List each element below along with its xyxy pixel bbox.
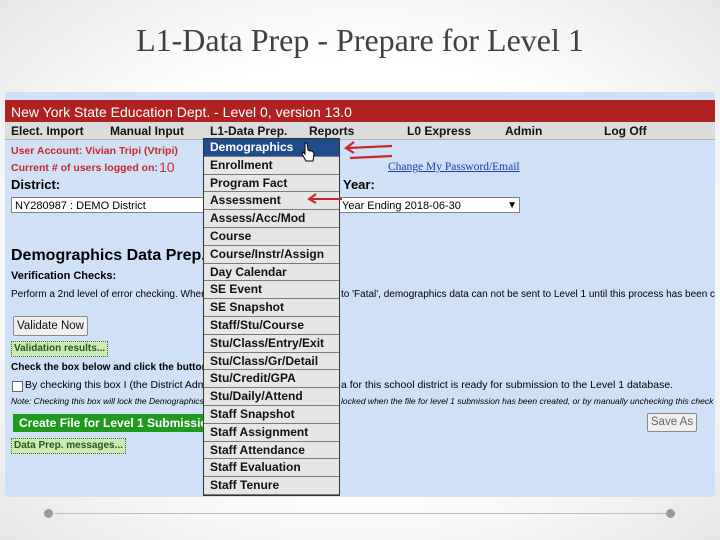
menu-item-stu-credit-gpa[interactable]: Stu/Credit/GPA [204,370,339,389]
users-logged-label: Current # of users logged on: [11,162,159,174]
slide-ring-left [44,509,53,518]
users-logged-count: 10 [159,159,175,175]
menu-item-day-calendar[interactable]: Day Calendar [204,264,339,282]
save-as-button[interactable]: Save As [647,413,697,432]
hand-cursor-icon [301,142,315,162]
menu-item-staff-tenure[interactable]: Staff Tenure [204,477,339,495]
main-content: User Account: Vivian Tripi (Vtripi) Curr… [5,140,715,497]
page-heading: Demographics Data Prep. fo [11,247,226,264]
slide-divider [55,513,667,514]
menu-item-staff-assignment[interactable]: Staff Assignment [204,424,339,442]
chevron-down-icon: ▼ [507,200,517,211]
menu-item-stu-class-gr-detail[interactable]: Stu/Class/Gr/Detail [204,353,339,371]
data-prep-messages-link[interactable]: Data Prep. messages... [11,438,126,454]
validation-results-link[interactable]: Validation results... [11,341,109,357]
menu-item-se-snapshot[interactable]: SE Snapshot [204,299,339,317]
menu-item-staff-attendance[interactable]: Staff Attendance [204,442,339,460]
slide-title: L1-Data Prep - Prepare for Level 1 [136,22,584,58]
menu-admin[interactable]: Admin [505,124,542,138]
menu-manual-input[interactable]: Manual Input [110,124,184,138]
check-box-instructions: Check the box below and click the button… [11,362,220,373]
menu-item-course-instr-assign[interactable]: Course/Instr/Assign [204,246,339,264]
certify-text-right: a for this school district is ready for … [341,379,674,391]
menu-item-course[interactable]: Course [204,228,339,246]
user-account: User Account: Vivian Tripi (Vtripi) [11,145,178,157]
menu-item-staff-snapshot[interactable]: Staff Snapshot [204,406,339,424]
verify-text-right: to 'Fatal', demographics data can not be… [341,289,715,300]
certify-checkbox[interactable] [12,381,23,392]
menu-item-stu-daily-attend[interactable]: Stu/Daily/Attend [204,388,339,406]
validate-now-button[interactable]: Validate Now [13,316,88,336]
menu-l1-data-prep[interactable]: L1-Data Prep. [210,124,287,138]
verification-label: Verification Checks: [11,270,117,282]
menu-item-stu-class-entry-exit[interactable]: Stu/Class/Entry/Exit [204,335,339,353]
verify-text-left: Perform a 2nd level of error checking. W… [11,289,216,300]
district-label: District: [11,177,61,192]
menu-item-staff-stu-course[interactable]: Staff/Stu/Course [204,317,339,335]
slide-ring-right [666,509,675,518]
year-label: Year: [343,177,375,192]
menu-item-demographics[interactable]: Demographics [204,139,339,157]
menu-item-se-event[interactable]: SE Event [204,281,339,300]
annotation-arrow-icon [344,141,393,160]
menu-log-off[interactable]: Log Off [604,124,647,138]
district-value: NY280987 : DEMO District [15,200,146,212]
certify-text-left: By checking this box I (the District Adm… [25,379,209,391]
menu-item-staff-evaluation[interactable]: Staff Evaluation [204,459,339,478]
menu-item-assess-acc-mod[interactable]: Assess/Acc/Mod [204,210,339,228]
note-text-left: Note: Checking this box will lock the De… [11,396,211,406]
menu-elect-import[interactable]: Elect. Import [11,124,84,138]
year-select[interactable]: Year Ending 2018-06-30 ▼ [338,197,520,213]
note-text-right: locked when the file for level 1 submiss… [341,396,715,406]
year-value: Year Ending 2018-06-30 [342,200,461,212]
app-banner: New York State Education Dept. - Level 0… [5,100,715,122]
change-password-link[interactable]: Change My Password/Email [388,161,520,173]
annotation-arrow-icon [307,193,342,204]
district-select[interactable]: NY280987 : DEMO District [11,197,211,213]
menu-l0-express[interactable]: L0 Express [407,124,471,138]
create-file-button[interactable]: Create File for Level 1 Submissio [13,414,209,432]
menu-item-enrollment[interactable]: Enrollment [204,157,339,175]
